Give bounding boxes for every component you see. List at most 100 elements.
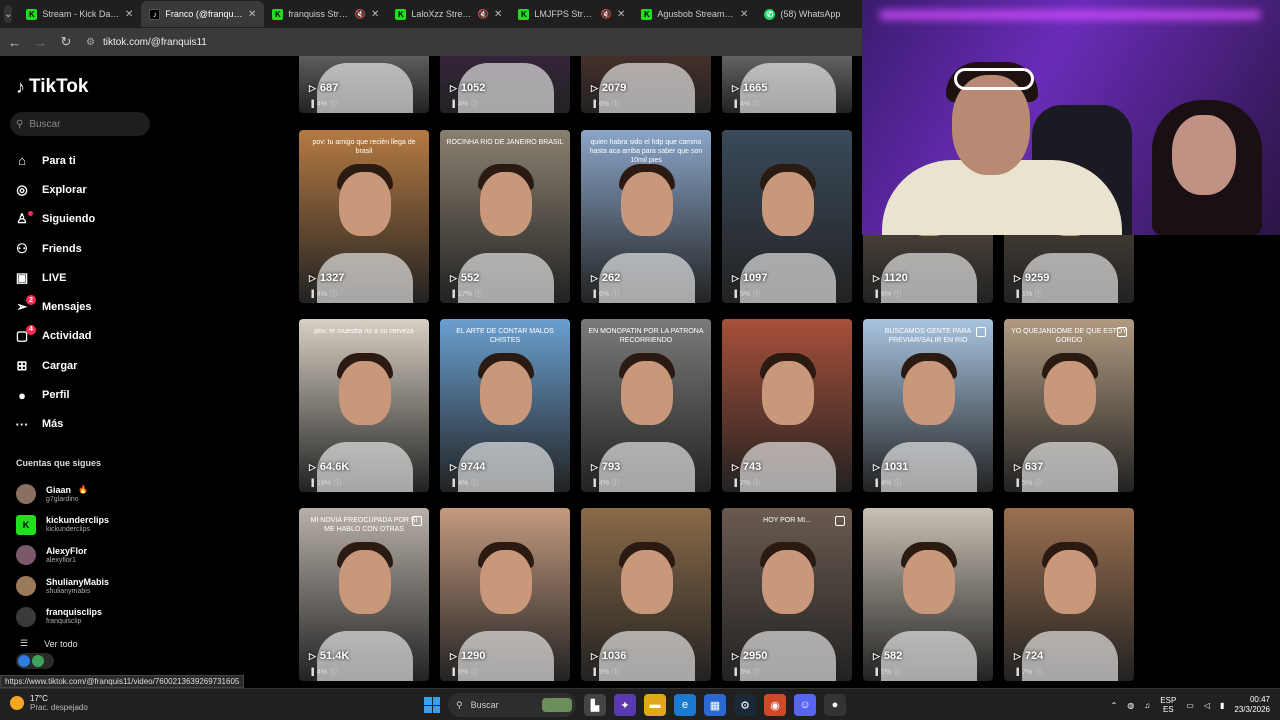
weather-widget[interactable]: 17°C Prac. despejado	[10, 694, 88, 712]
app-icon[interactable]: ●	[824, 694, 846, 716]
battery-icon[interactable]: ▮	[1220, 701, 1224, 710]
view-count-value: 1031	[883, 461, 909, 473]
thumb-face	[903, 550, 955, 614]
close-tab-icon[interactable]: ✕	[617, 9, 625, 20]
wifi-icon[interactable]: ▭	[1186, 701, 1194, 710]
windows-start-icon[interactable]	[424, 697, 440, 713]
engagement-value: 5%	[1021, 479, 1033, 487]
back-icon[interactable]: ←	[8, 35, 21, 50]
account-text: franquisclips franquisclip	[46, 607, 102, 626]
engagement-value: 7%	[739, 479, 751, 487]
see-all-link[interactable]: ☰ Ver todo	[20, 638, 78, 649]
play-icon: ▷	[732, 272, 739, 283]
sidebar-item-home[interactable]: ⌂ Para ti	[14, 146, 95, 175]
lang-code: ESP	[1160, 696, 1177, 705]
sidebar-item-live[interactable]: ▣ LIVE	[14, 263, 95, 292]
browser-tab[interactable]: K LMJFPS Stream - 🔇 ✕	[510, 1, 633, 27]
edge-icon[interactable]: e	[674, 694, 696, 716]
video-thumbnail[interactable]: ▷ 1036 ▐ 5% ⓘ	[581, 508, 711, 681]
video-thumbnail[interactable]: ▷ 1097 ▐ 5% ⓘ	[722, 130, 852, 303]
browser-tab[interactable]: ♪ Franco (@franquis11) ✕	[141, 1, 265, 27]
muted-icon[interactable]: 🔇	[355, 9, 366, 20]
video-thumbnail[interactable]: ▷ 1290 ▐ 6% ⓘ	[440, 508, 570, 681]
video-thumbnail[interactable]: EN MONOPATIN POR LA PATRONA RECORRIENDO ▷…	[581, 319, 711, 492]
tiktok-logo[interactable]: ♪ TikTok	[16, 76, 88, 98]
account-name: ShulianyMabis	[46, 576, 110, 587]
video-thumbnail[interactable]: ▷ 2079 ▐ 6% ⓘ	[581, 56, 711, 113]
sidebar-item-messages[interactable]: ➢ Mensajes 2	[14, 292, 95, 321]
video-caption: HOY POR MI...	[763, 517, 811, 524]
sidebar-item-profile[interactable]: ● Perfil	[14, 380, 95, 409]
video-thumbnail[interactable]: MI NOVIA PREOCUPADA POR SI ME HABLO CON …	[299, 508, 429, 681]
tab-search-button[interactable]: ⌄	[4, 5, 13, 23]
url-field[interactable]: ⚙ tiktok.com/@franquis11	[86, 37, 207, 48]
chrome-icon[interactable]: ◉	[764, 694, 786, 716]
sidebar-item-more[interactable]: ··· Más	[14, 410, 95, 439]
search-input[interactable]	[29, 118, 140, 130]
video-thumbnail[interactable]: ▷ 724 ▐ 7% ⓘ	[1004, 508, 1134, 681]
video-thumbnail[interactable]: pov: tu amigo que recién llega de brasil…	[299, 130, 429, 303]
chevron-up-icon[interactable]: ⌃	[1111, 701, 1118, 710]
browser-tab[interactable]: K LaloXzz Stream 🔇 ✕	[387, 1, 510, 27]
browser-tab[interactable]: Kfranquiss Stream 🔇 ✕	[264, 1, 387, 27]
volume-icon[interactable]: ◁	[1204, 701, 1210, 710]
video-thumbnail[interactable]: HOY POR MI... ▷ 2950 ▐ 3% ⓘ	[722, 508, 852, 681]
video-thumbnail[interactable]: ▷ 743 ▐ 7% ⓘ	[722, 319, 852, 492]
following-account[interactable]: Kkickunderclips kickunderclips	[16, 510, 109, 541]
engagement-rate: ▐ 19% ⓘ	[309, 478, 341, 488]
file-explorer-icon[interactable]: ▬	[644, 694, 666, 716]
taskview-icon[interactable]: ▙	[584, 694, 606, 716]
video-thumbnail[interactable]: ▷ 1052 ▐ 4% ⓘ	[440, 56, 570, 113]
muted-icon[interactable]: 🔇	[601, 9, 612, 20]
sidebar-item-label: Siguiendo	[42, 213, 96, 226]
discord-icon[interactable]: ☺	[794, 694, 816, 716]
close-tab-icon[interactable]: ✕	[248, 9, 256, 20]
muted-icon[interactable]: 🔇	[478, 9, 489, 20]
forward-icon[interactable]: →	[34, 35, 47, 50]
video-thumbnail[interactable]: ▷ 687 ▐ 4% ⓘ	[299, 56, 429, 113]
language-indicator[interactable]: ESP ES	[1160, 696, 1176, 714]
video-thumbnail[interactable]: ▷ 1665 ▐ 4% ⓘ	[722, 56, 852, 113]
following-account[interactable]: AlexyFlor alexyflor1	[16, 540, 109, 571]
mic-icon[interactable]: ♫	[1144, 701, 1150, 710]
following-account[interactable]: franquisclips franquisclip	[16, 601, 109, 632]
video-thumbnail[interactable]: EL ARTE DE CONTAR MALOS CHISTES ▷ 9744 ▐ 4% ⓘ	[440, 319, 570, 492]
reload-icon[interactable]: ↻	[60, 34, 72, 50]
store-icon[interactable]: ▦	[704, 694, 726, 716]
close-tab-icon[interactable]: ✕	[371, 9, 379, 20]
browser-tab[interactable]: K Agusbob Stream - W ✕	[633, 1, 756, 27]
account-username: shulianymabis	[46, 587, 91, 595]
sunglasses	[954, 68, 1034, 90]
video-thumbnail[interactable]: ROCINHA RIO DE JANEIRO BRASIL ▷ 552 ▐ 17% ⓘ	[440, 130, 570, 303]
sidebar-item-friends[interactable]: ⚇ Friends	[14, 234, 95, 263]
site-info-icon[interactable]: ⚙	[86, 37, 95, 48]
browser-tab[interactable]: K Stream - Kick Dashbo ✕	[18, 1, 141, 27]
following-account[interactable]: Giaan g7glardino 🔥	[16, 479, 109, 510]
close-tab-icon[interactable]: ✕	[494, 9, 502, 20]
taskbar-search[interactable]: ⚲ Buscar	[448, 693, 576, 717]
copilot-icon[interactable]: ✦	[614, 694, 636, 716]
network-tray-icon[interactable]: ◍	[1127, 701, 1134, 710]
close-tab-icon[interactable]: ✕	[125, 9, 133, 20]
extension-toggle[interactable]	[16, 653, 54, 669]
video-thumbnail[interactable]: BUSCAMOS GENTE PARA PREVIAR/SALIR EN RIO…	[863, 319, 993, 492]
list-icon: ☰	[20, 638, 29, 648]
steam-icon[interactable]: ⚙	[734, 694, 756, 716]
video-thumbnail[interactable]: quien habra sido el hdp que camino hasta…	[581, 130, 711, 303]
url-text[interactable]: tiktok.com/@franquis11	[103, 37, 207, 48]
clock[interactable]: 00:47 23/3/2026	[1234, 695, 1270, 715]
video-thumbnail[interactable]: pov: te muestra rio a su cerveza ▷ 64.6K ▐ 1…	[299, 319, 429, 492]
following-account[interactable]: ShulianyMabis shulianymabis	[16, 571, 109, 602]
play-icon: ▷	[591, 82, 598, 93]
thumb-face	[480, 361, 532, 425]
sidebar-item-activity[interactable]: ▢ Actividad 4	[14, 322, 95, 351]
sidebar-item-compass[interactable]: ◎ Explorar	[14, 175, 95, 204]
play-icon: ▷	[309, 461, 316, 472]
sidebar-item-following[interactable]: ♙ Siguiendo	[14, 205, 95, 234]
browser-tab[interactable]: ✆(58) WhatsApp✕	[756, 1, 879, 27]
sidebar-search[interactable]: ⚲	[10, 112, 150, 136]
sidebar-item-upload[interactable]: ⊞ Cargar	[14, 351, 95, 380]
close-tab-icon[interactable]: ✕	[740, 9, 748, 20]
video-thumbnail[interactable]: ▷ 582 ▐ 5% ⓘ	[863, 508, 993, 681]
video-thumbnail[interactable]: YO QUEJANDOME DE QUE ESTOY GORDO ▷ 637 ▐ 5% ⓘ	[1004, 319, 1134, 492]
